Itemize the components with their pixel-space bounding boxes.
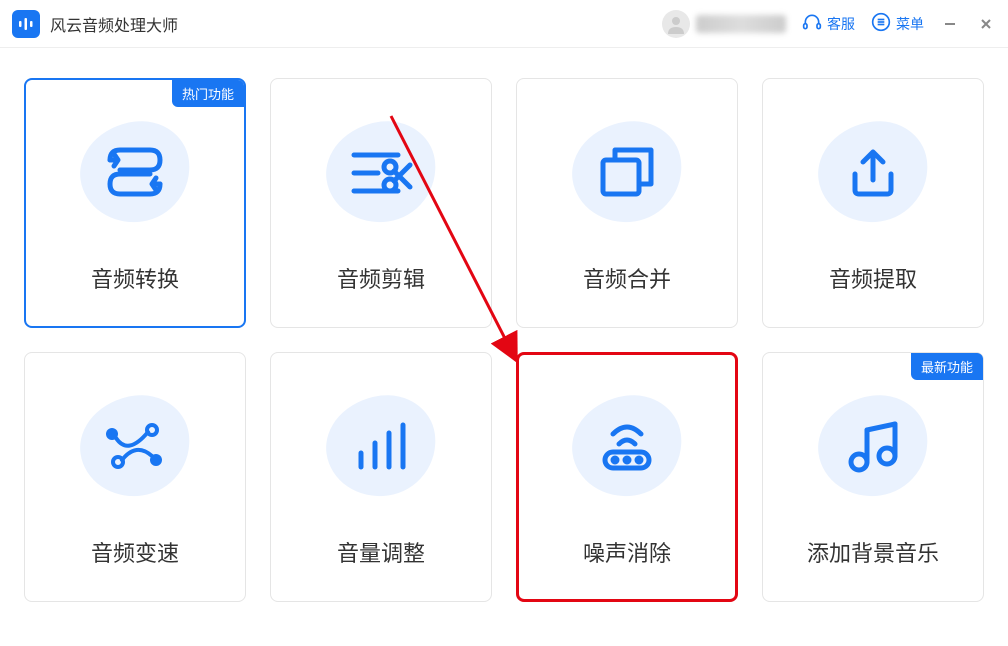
card-audio-extract[interactable]: 音频提取 [762, 78, 984, 328]
app-title: 风云音频处理大师 [50, 12, 178, 36]
card-audio-merge[interactable]: 音频合并 [516, 78, 738, 328]
merge-icon [567, 112, 687, 232]
card-audio-convert[interactable]: 热门功能 音频转换 [24, 78, 246, 328]
feature-grid: 热门功能 音频转换 音频剪辑 [0, 48, 1008, 632]
user-section[interactable] [662, 10, 786, 38]
card-label: 音频剪辑 [337, 262, 425, 294]
card-add-bgm[interactable]: 最新功能 添加背景音乐 [762, 352, 984, 602]
card-label: 音频提取 [829, 262, 917, 294]
card-noise-remove[interactable]: 噪声消除 [516, 352, 738, 602]
menu-icon [871, 12, 891, 35]
extract-icon [813, 112, 933, 232]
music-icon [813, 386, 933, 506]
menu-label: 菜单 [896, 14, 924, 34]
volume-icon [321, 386, 441, 506]
card-label: 噪声消除 [583, 536, 671, 568]
minimize-button[interactable] [940, 14, 960, 34]
app-logo-icon [12, 10, 40, 38]
titlebar-right: 客服 菜单 [662, 10, 996, 38]
speed-icon [75, 386, 195, 506]
card-label: 音量调整 [337, 536, 425, 568]
convert-icon [75, 112, 195, 232]
user-avatar-icon [662, 10, 690, 38]
headset-icon [802, 12, 822, 35]
card-label: 音频转换 [91, 262, 179, 294]
customer-service-label: 客服 [827, 14, 855, 34]
badge-hot: 热门功能 [172, 80, 244, 107]
customer-service-button[interactable]: 客服 [802, 12, 855, 35]
badge-new: 最新功能 [911, 353, 983, 380]
titlebar: 风云音频处理大师 客服 菜单 [0, 0, 1008, 48]
card-volume-adjust[interactable]: 音量调整 [270, 352, 492, 602]
menu-button[interactable]: 菜单 [871, 12, 924, 35]
noise-icon [567, 386, 687, 506]
card-audio-speed[interactable]: 音频变速 [24, 352, 246, 602]
clip-icon [321, 112, 441, 232]
user-name-blurred [696, 15, 786, 33]
card-label: 添加背景音乐 [807, 536, 939, 568]
card-label: 音频合并 [583, 262, 671, 294]
card-audio-clip[interactable]: 音频剪辑 [270, 78, 492, 328]
card-label: 音频变速 [91, 536, 179, 568]
close-button[interactable] [976, 14, 996, 34]
